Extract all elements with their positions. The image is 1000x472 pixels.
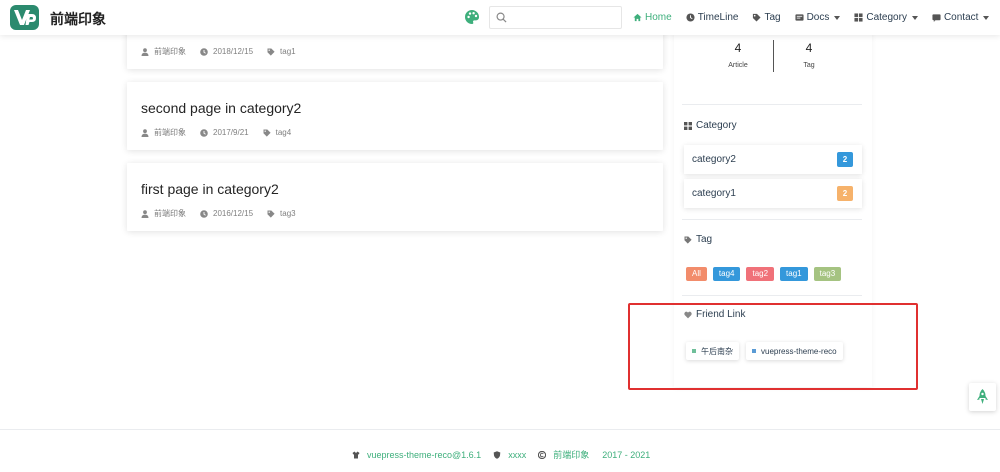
nav-tag[interactable]: Tag — [752, 12, 781, 23]
category-name: category2 — [692, 154, 736, 165]
date: 2018/12/15 — [200, 47, 253, 56]
navbar: 前端印象 Home TimeLine Tag Docs Category Con… — [0, 0, 1000, 35]
grid-icon — [684, 121, 692, 130]
nav-home[interactable]: Home — [633, 12, 672, 23]
article-title[interactable]: second page in category2 — [141, 100, 301, 116]
category-count-badge: 2 — [837, 152, 853, 167]
author: 前端印象 — [141, 208, 186, 219]
article-meta: 前端印象 2018/12/15 tag1 — [141, 46, 310, 57]
user-icon — [141, 128, 149, 137]
article-card[interactable]: second page in category2 前端印象 2017/9/21 … — [127, 82, 663, 150]
stat-number: 4 — [734, 41, 742, 55]
footer-theme[interactable]: vuepress-theme-reco@1.6.1 — [352, 450, 481, 460]
clock-icon — [686, 13, 695, 22]
tag-icon — [684, 236, 692, 244]
tag-icon — [267, 210, 275, 218]
footer-years: 2017 - 2021 — [602, 449, 651, 460]
category-item-category2[interactable]: category2 2 — [684, 145, 862, 174]
stat-divider — [773, 40, 774, 72]
category-count-badge: 2 — [837, 186, 853, 201]
article-card[interactable]: first page in category2 前端印象 2016/12/15 … — [127, 163, 663, 231]
category-item-category1[interactable]: category1 2 — [684, 179, 862, 208]
footer-icp[interactable]: xxxx — [493, 450, 526, 460]
tag-icon — [263, 129, 271, 137]
shield-icon — [493, 450, 501, 459]
tag-all[interactable]: All — [686, 267, 707, 281]
article-tag[interactable]: tag4 — [263, 128, 291, 137]
article-meta: 前端印象 2017/9/21 tag4 — [141, 127, 305, 138]
copyright-icon — [538, 450, 547, 459]
category-name: category1 — [692, 188, 736, 199]
palette-icon[interactable] — [464, 9, 480, 25]
footer: vuepress-theme-reco@1.6.1 xxxx 前端印象 2017… — [0, 429, 1000, 472]
tag-tag1[interactable]: tag1 — [780, 267, 808, 281]
nav-home-label: Home — [645, 12, 672, 23]
stat-articles[interactable]: 4 Article — [708, 41, 768, 69]
nav-contact-label: Contact — [943, 12, 979, 23]
footer-info: vuepress-theme-reco@1.6.1 xxxx 前端印象 2017… — [352, 448, 662, 461]
back-to-top-button[interactable] — [969, 383, 996, 411]
tag-icon — [267, 48, 275, 56]
nav-links: Home TimeLine Tag Docs Category Contact — [633, 0, 990, 35]
nav-docs-label: Docs — [806, 12, 830, 23]
nav-timeline[interactable]: TimeLine — [686, 12, 739, 23]
vp-logo-icon[interactable] — [10, 5, 39, 30]
divider — [682, 295, 862, 296]
article-meta: 前端印象 2016/12/15 tag3 — [141, 208, 310, 219]
stat-label: Tag — [803, 62, 815, 69]
theme-icon — [352, 451, 360, 458]
doc-icon — [795, 14, 804, 21]
category-heading: Category — [684, 120, 737, 131]
chevron-down-icon — [834, 15, 841, 20]
message-icon — [932, 14, 941, 22]
highlight-box — [628, 303, 918, 390]
clock-icon — [200, 47, 208, 56]
site-name[interactable]: 前端印象 — [50, 9, 106, 29]
date: 2017/9/21 — [200, 128, 249, 137]
divider — [682, 219, 862, 220]
nav-contact[interactable]: Contact — [932, 12, 990, 23]
stat-number: 4 — [805, 41, 813, 55]
nav-tag-label: Tag — [764, 12, 781, 23]
tag-tag4[interactable]: tag4 — [712, 267, 741, 281]
tag-tag3[interactable]: tag3 — [813, 267, 842, 281]
search-input[interactable] — [512, 9, 618, 26]
clock-icon — [200, 128, 208, 137]
user-icon — [141, 47, 149, 56]
author: 前端印象 — [141, 127, 186, 138]
stat-label: Article — [728, 62, 748, 69]
nav-docs[interactable]: Docs — [795, 12, 841, 23]
nav-timeline-label: TimeLine — [697, 12, 739, 23]
tag-tag2[interactable]: tag2 — [746, 267, 775, 281]
stat-tags[interactable]: 4 Tag — [779, 41, 839, 69]
tag-cloud: All tag4 tag2 tag1 tag3 — [686, 267, 847, 281]
home-icon — [633, 13, 642, 22]
author: 前端印象 — [141, 46, 186, 57]
chevron-down-icon — [911, 15, 918, 20]
divider — [682, 104, 862, 105]
grid-icon — [854, 13, 863, 22]
search-icon — [496, 12, 507, 23]
article-tag[interactable]: tag1 — [267, 47, 296, 56]
footer-author[interactable]: 前端印象 — [553, 448, 589, 461]
rocket-icon — [977, 389, 988, 404]
clock-icon — [200, 209, 208, 218]
footer-copyright: 前端印象 2017 - 2021 — [538, 448, 650, 461]
nav-category-label: Category — [866, 12, 907, 23]
date: 2016/12/15 — [200, 209, 253, 218]
nav-category[interactable]: Category — [854, 12, 918, 23]
search-box[interactable] — [489, 6, 622, 29]
article-tag[interactable]: tag3 — [267, 209, 296, 218]
user-icon — [141, 209, 149, 218]
article-title[interactable]: first page in category2 — [141, 181, 279, 197]
tag-icon — [753, 13, 762, 22]
tag-heading: Tag — [684, 234, 712, 245]
chevron-down-icon — [983, 15, 990, 20]
